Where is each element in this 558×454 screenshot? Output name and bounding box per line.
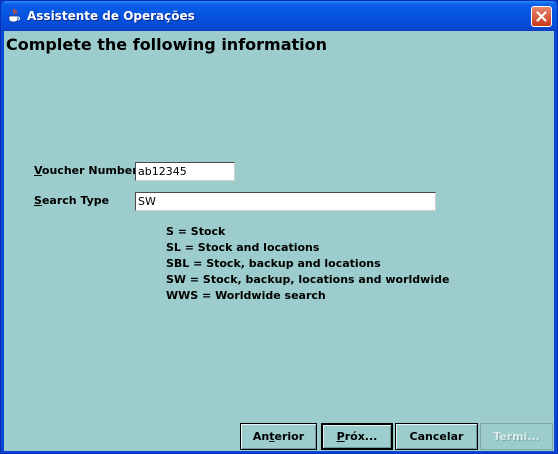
previous-label-post: erior [274, 430, 305, 443]
previous-label-pre: An [252, 430, 270, 443]
search-type-label-mnemonic: S [34, 194, 42, 207]
close-button[interactable] [531, 6, 552, 27]
title-bar[interactable]: Assistente de Operações [1, 1, 557, 31]
search-type-label: Search Type [34, 194, 109, 207]
wizard-window: Assistente de Operações Complete the fol… [0, 0, 558, 454]
java-cup-icon [8, 8, 20, 23]
wizard-content: Complete the following information Vouch… [4, 31, 554, 451]
legend-item: WWS = Worldwide search [166, 289, 326, 302]
legend-item: SW = Stock, backup, locations and worldw… [166, 273, 450, 286]
next-label-post: róx... [344, 430, 378, 443]
legend-item: S = Stock [166, 225, 226, 238]
previous-button[interactable]: Anterior [240, 423, 317, 450]
legend-item: SBL = Stock, backup and locations [166, 257, 381, 270]
close-icon [536, 11, 547, 22]
voucher-label-text: oucher Number [41, 164, 138, 177]
next-button[interactable]: Próx... [321, 423, 393, 450]
page-heading: Complete the following information [6, 35, 328, 54]
next-label-mnemonic: P [336, 430, 345, 443]
search-type-field[interactable]: SW [135, 192, 436, 211]
window-title: Assistente de Operações [27, 9, 195, 23]
voucher-label-mnemonic: V [34, 164, 42, 177]
finish-button[interactable]: Termi... [480, 423, 553, 450]
legend-item: SL = Stock and locations [166, 241, 320, 254]
voucher-number-field[interactable]: ab12345 [135, 162, 235, 181]
voucher-number-label: Voucher Number [34, 164, 138, 177]
cancel-button[interactable]: Cancelar [395, 423, 478, 450]
search-type-label-text: earch Type [41, 194, 110, 207]
